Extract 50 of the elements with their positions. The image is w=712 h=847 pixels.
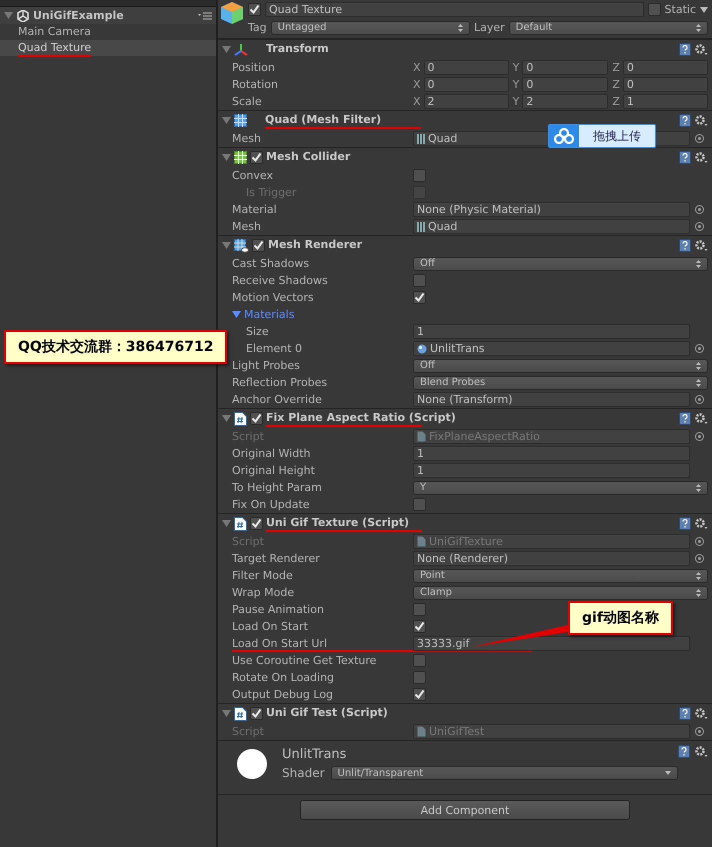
axis-label: Z [612,61,620,74]
property-label: Motion Vectors [232,291,314,304]
property-label: Scale [232,95,262,108]
material-name: UnlitTrans [282,747,348,762]
property-label: Rotate On Loading [232,671,334,684]
component-title: Mesh Renderer [268,237,364,253]
static-label: Static [664,3,696,16]
property-label: Output Debug Log [232,688,334,701]
property-label: Original Width [232,447,310,460]
property-label: Cast Shadows [232,257,310,270]
axis-label: Y [512,95,520,108]
property-label: Original Height [232,464,315,477]
axis-label: Y [512,61,520,74]
property-label: Filter Mode [232,569,293,582]
property-label: Target Renderer [232,552,320,565]
tag-label: Tag [248,21,267,34]
property-label: Receive Shadows [232,274,328,287]
property-label: Fix On Update [232,498,310,511]
callout-note: gif动图名称 [568,601,673,635]
component-title: Mesh Collider [266,149,352,165]
property-label: Material [232,203,277,216]
component-title: Uni Gif Test (Script) [266,705,389,721]
property-label: Light Probes [232,359,300,372]
component-title: Transform [266,41,330,57]
property-label: Size [246,325,269,338]
property-label: Use Coroutine Get Texture [232,654,376,667]
axis-label: X [413,61,421,74]
callout-note: QQ技术交流群：386476712 [4,330,228,364]
property-label: Element 0 [246,342,302,355]
property-label: Materials [244,308,294,321]
shader-label: Shader [282,766,325,780]
property-label: Mesh [232,132,261,145]
property-label: Load On Start Url [232,637,328,650]
axis-label: Z [612,95,620,108]
axis-label: X [413,95,421,108]
axis-label: X [413,78,421,91]
property-label: Load On Start [232,620,308,633]
property-label: Anchor Override [232,393,322,406]
axis-label: Y [512,78,520,91]
property-label: Wrap Mode [232,586,294,599]
property-label: Mesh [232,220,261,233]
property-label: Reflection Probes [232,376,328,389]
axis-label: Z [612,78,620,91]
property-label: Rotation [232,78,278,91]
layer-label: Layer [474,21,505,34]
property-label: Position [232,61,275,74]
property-label: To Height Param [232,481,322,494]
property-label: Convex [232,169,273,182]
scene-name: UniGifExample [33,9,125,22]
property-label: Pause Animation [232,603,324,616]
